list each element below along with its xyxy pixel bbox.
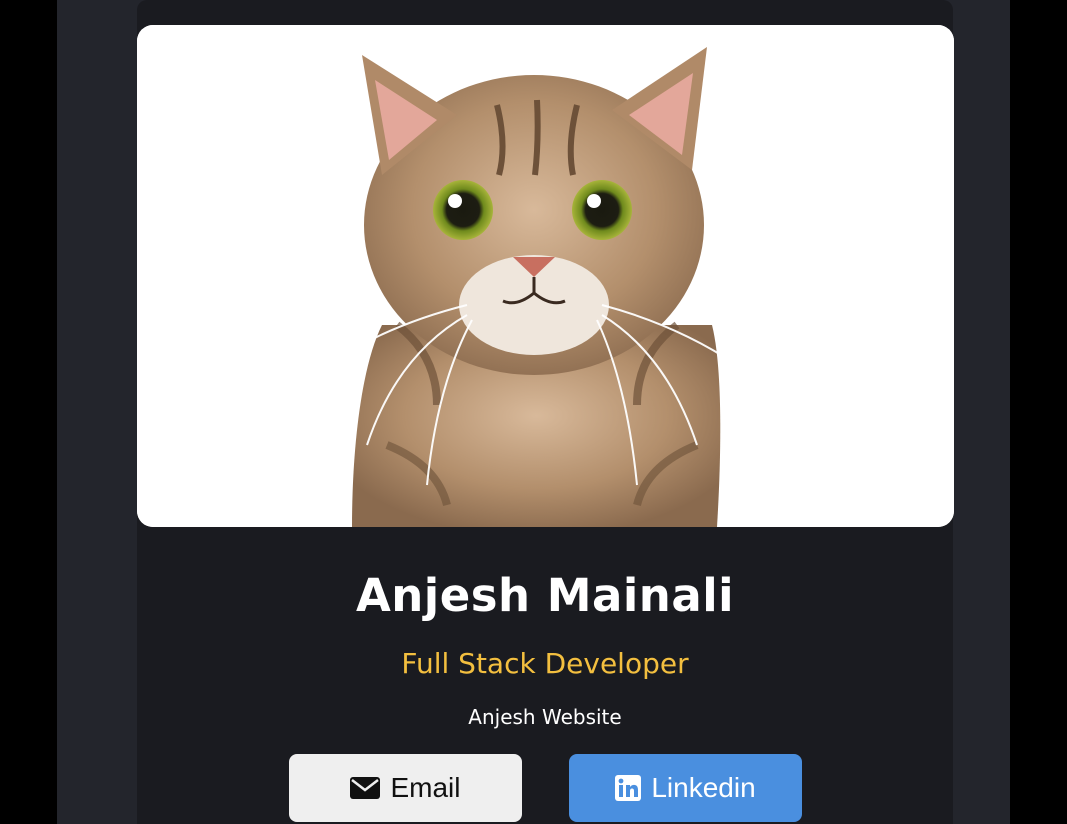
- envelope-icon: [350, 777, 381, 799]
- profile-role: Full Stack Developer: [401, 647, 689, 680]
- website-link[interactable]: Anjesh Website: [137, 703, 953, 731]
- linkedin-button-label: Linkedin: [651, 772, 756, 803]
- email-button-label: Email: [390, 772, 461, 803]
- cat-photo-icon: [137, 25, 954, 527]
- linkedin-button[interactable]: Linkedin: [569, 754, 802, 822]
- profile-name: Anjesh Mainali: [355, 569, 735, 622]
- email-button[interactable]: Email: [289, 754, 522, 822]
- linkedin-icon: [615, 775, 642, 801]
- profile-photo: [137, 25, 954, 527]
